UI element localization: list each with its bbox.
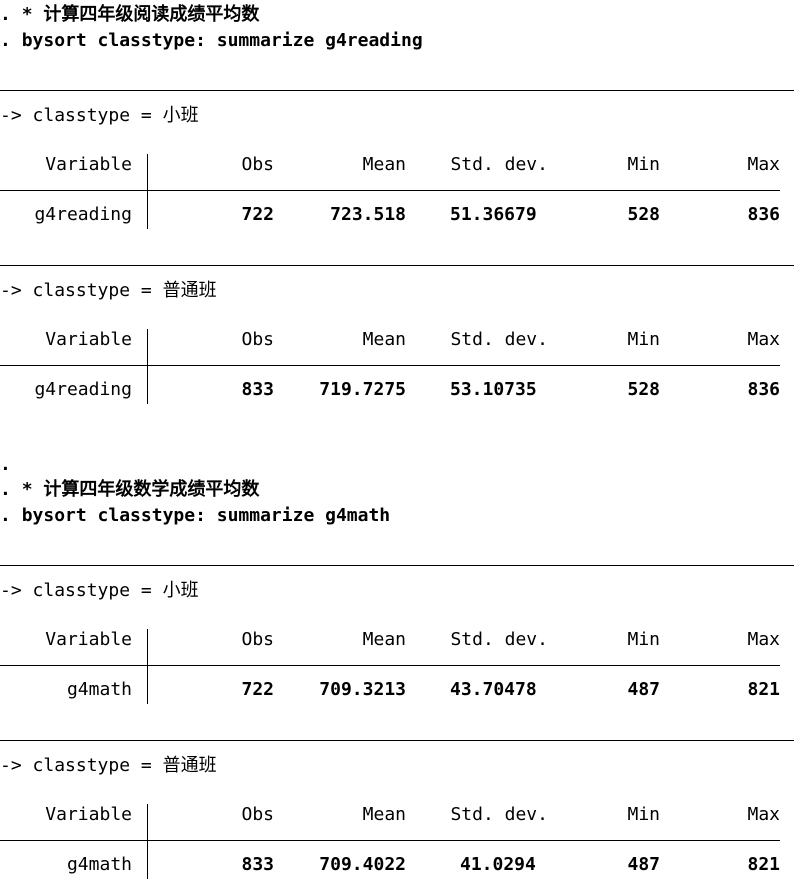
col-header-obs: Obs <box>241 804 274 825</box>
by-arrow: -> <box>0 755 22 776</box>
by-equals: = <box>140 105 152 126</box>
cell-max: 821 <box>747 854 780 875</box>
prompt-dot: . <box>0 4 11 25</box>
cell-min: 528 <box>627 379 660 400</box>
col-header-min: Min <box>627 329 660 350</box>
col-header-std-dev: Std. dev. <box>450 804 548 825</box>
cell-max: 836 <box>747 379 780 400</box>
stata-results-window: . * 计算四年级阅读成绩平均数 . bysort classtype: sum… <box>0 0 794 888</box>
by-group-separator <box>0 265 794 266</box>
cell-std-dev: 43.70478 <box>450 679 537 700</box>
cell-std-dev: 51.36679 <box>450 204 537 225</box>
prompt-dot: . <box>0 505 11 526</box>
command-text: bysort classtype: summarize g4reading <box>21 30 423 51</box>
col-header-variable: Variable <box>45 154 132 175</box>
col-header-obs: Obs <box>241 154 274 175</box>
by-group-header: -> classtype = 普通班 <box>0 279 217 303</box>
by-group-separator <box>0 90 794 91</box>
comment-marker: * <box>21 4 33 25</box>
comment-text: 计算四年级数学成绩平均数 <box>43 479 260 500</box>
col-header-mean: Mean <box>362 154 406 175</box>
comment-marker: * <box>21 479 33 500</box>
col-header-variable: Variable <box>45 329 132 350</box>
cell-obs: 833 <box>241 379 274 400</box>
cell-min: 487 <box>627 679 660 700</box>
by-group-separator <box>0 740 794 741</box>
command-text: bysort classtype: summarize g4math <box>21 505 391 526</box>
empty-command-line: . <box>0 453 11 477</box>
prompt-dot: . <box>0 30 11 51</box>
by-variable: classtype <box>32 755 131 776</box>
by-value: 小班 <box>162 580 199 601</box>
by-group-header: -> classtype = 小班 <box>0 104 199 128</box>
cell-max: 836 <box>747 204 780 225</box>
table-vertical-rule <box>147 329 148 404</box>
col-header-std-dev: Std. dev. <box>450 629 548 650</box>
col-header-obs: Obs <box>241 329 274 350</box>
cell-mean: 709.3213 <box>319 679 406 700</box>
cell-mean: 719.7275 <box>319 379 406 400</box>
col-header-obs: Obs <box>241 629 274 650</box>
by-group-header: -> classtype = 普通班 <box>0 754 217 778</box>
col-header-max: Max <box>747 329 780 350</box>
cell-variable: g4reading <box>34 379 132 400</box>
cell-variable: g4math <box>66 854 132 875</box>
command-comment-line: . * 计算四年级数学成绩平均数 <box>0 478 259 502</box>
cell-obs: 833 <box>241 854 274 875</box>
cell-variable: g4reading <box>34 204 132 225</box>
col-header-variable: Variable <box>45 804 132 825</box>
cell-obs: 722 <box>241 679 274 700</box>
command-line: . bysort classtype: summarize g4math <box>0 504 390 528</box>
by-arrow: -> <box>0 580 22 601</box>
table-header-rule <box>0 365 780 366</box>
by-variable: classtype <box>32 105 131 126</box>
col-header-mean: Mean <box>362 629 406 650</box>
prompt-dot: . <box>0 454 11 475</box>
col-header-min: Min <box>627 804 660 825</box>
by-group-header: -> classtype = 小班 <box>0 579 199 603</box>
col-header-std-dev: Std. dev. <box>450 329 548 350</box>
col-header-min: Min <box>627 629 660 650</box>
by-value: 普通班 <box>162 755 217 776</box>
cell-mean: 709.4022 <box>319 854 406 875</box>
col-header-std-dev: Std. dev. <box>450 154 548 175</box>
comment-text: 计算四年级阅读成绩平均数 <box>43 4 260 25</box>
by-equals: = <box>140 755 152 776</box>
by-value: 普通班 <box>162 280 217 301</box>
cell-min: 528 <box>627 204 660 225</box>
col-header-min: Min <box>627 154 660 175</box>
prompt-dot: . <box>0 479 11 500</box>
by-value: 小班 <box>162 105 199 126</box>
by-arrow: -> <box>0 280 22 301</box>
command-line: . bysort classtype: summarize g4reading <box>0 29 423 53</box>
cell-std-dev: 53.10735 <box>450 379 537 400</box>
col-header-mean: Mean <box>362 804 406 825</box>
cell-min: 487 <box>627 854 660 875</box>
col-header-mean: Mean <box>362 329 406 350</box>
table-vertical-rule <box>147 154 148 229</box>
by-variable: classtype <box>32 580 131 601</box>
by-arrow: -> <box>0 105 22 126</box>
col-header-max: Max <box>747 804 780 825</box>
col-header-variable: Variable <box>45 629 132 650</box>
cell-std-dev: 41.0294 <box>460 854 536 875</box>
col-header-max: Max <box>747 629 780 650</box>
table-header-rule <box>0 190 780 191</box>
table-vertical-rule <box>147 804 148 879</box>
table-vertical-rule <box>147 629 148 704</box>
by-variable: classtype <box>32 280 131 301</box>
table-header-rule <box>0 665 780 666</box>
command-comment-line: . * 计算四年级阅读成绩平均数 <box>0 3 259 27</box>
by-equals: = <box>140 280 152 301</box>
table-header-rule <box>0 840 780 841</box>
col-header-max: Max <box>747 154 780 175</box>
by-group-separator <box>0 565 794 566</box>
cell-obs: 722 <box>241 204 274 225</box>
cell-max: 821 <box>747 679 780 700</box>
cell-variable: g4math <box>66 679 132 700</box>
cell-mean: 723.518 <box>330 204 406 225</box>
by-equals: = <box>140 580 152 601</box>
